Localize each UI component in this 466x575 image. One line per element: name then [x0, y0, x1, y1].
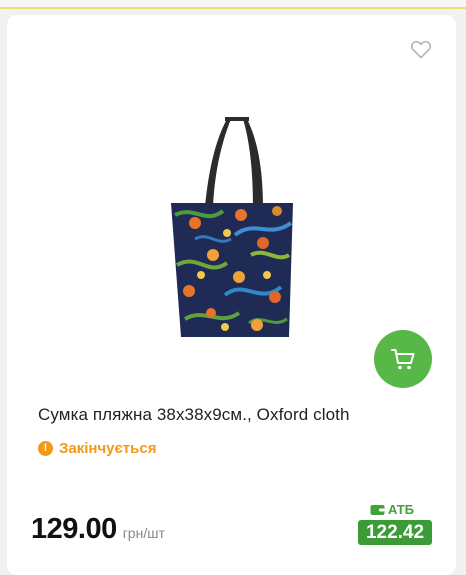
add-to-cart-button[interactable] — [374, 330, 432, 388]
price-block: 129.00 грн/шт — [31, 513, 165, 546]
shopping-cart-icon — [391, 349, 415, 370]
price-unit: грн/шт — [122, 525, 165, 541]
price-value: 129.00 — [31, 513, 117, 545]
beach-bag-image — [171, 117, 293, 337]
loyalty-card-price: 122.42 — [358, 520, 432, 545]
favorite-button[interactable] — [409, 37, 433, 61]
exclamation-icon: ! — [38, 440, 53, 456]
stock-status: ! Закінчується — [38, 438, 156, 458]
loyalty-card-name: АТБ — [388, 502, 415, 517]
loyalty-card-label: АТБ — [370, 502, 414, 517]
stock-status-label: Закінчується — [59, 439, 157, 457]
product-title[interactable]: Сумка пляжна 38х38х9см., Oxford cloth — [38, 405, 438, 425]
top-strip — [0, 0, 466, 9]
heart-icon — [410, 40, 432, 59]
wallet-icon — [370, 504, 385, 515]
product-image[interactable] — [165, 115, 301, 351]
product-card[interactable]: Сумка пляжна 38х38х9см., Oxford cloth ! … — [7, 15, 456, 575]
